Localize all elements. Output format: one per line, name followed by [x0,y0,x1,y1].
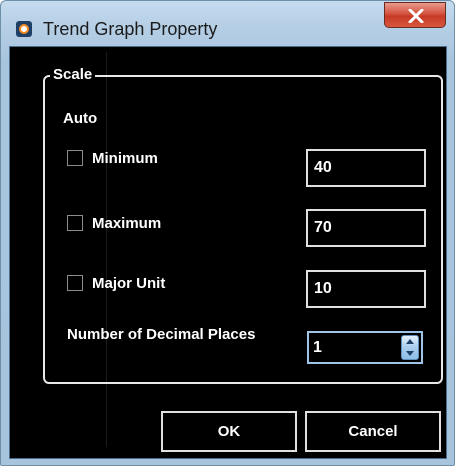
maximum-checkbox[interactable] [67,215,83,231]
decimal-places-value[interactable]: 1 [313,339,322,357]
decimal-places-spinner[interactable]: 1 [307,331,423,364]
triangle-up-icon [406,339,414,344]
scale-group-label: Scale [50,67,96,83]
cancel-button[interactable]: Cancel [305,411,441,452]
app-logo-icon [16,21,32,37]
major-unit-checkbox[interactable] [67,275,83,291]
close-icon [408,9,424,23]
auto-label: Auto [63,110,98,127]
triangle-down-icon [406,351,414,356]
spin-buttons [401,335,419,360]
minimum-input[interactable]: 40 [306,149,426,187]
close-button[interactable] [384,2,446,28]
major-unit-input[interactable]: 10 [306,270,426,308]
major-unit-label[interactable]: Major Unit [92,275,165,292]
title-bar[interactable]: Trend Graph Property [1,1,454,45]
maximum-label[interactable]: Maximum [92,215,161,232]
dialog-window: Trend Graph Property Scale Auto Minimum … [0,0,455,466]
window-title: Trend Graph Property [43,19,218,39]
dialog-body: Scale Auto Minimum 40 Maximum 70 Major U… [9,46,447,459]
minimum-checkbox[interactable] [67,150,83,166]
minimum-label[interactable]: Minimum [92,150,158,167]
decimal-places-label: Number of Decimal Places [67,326,256,343]
spin-down-button[interactable] [402,348,418,359]
spin-up-button[interactable] [402,336,418,347]
maximum-input[interactable]: 70 [306,209,426,247]
ok-button[interactable]: OK [161,411,297,452]
